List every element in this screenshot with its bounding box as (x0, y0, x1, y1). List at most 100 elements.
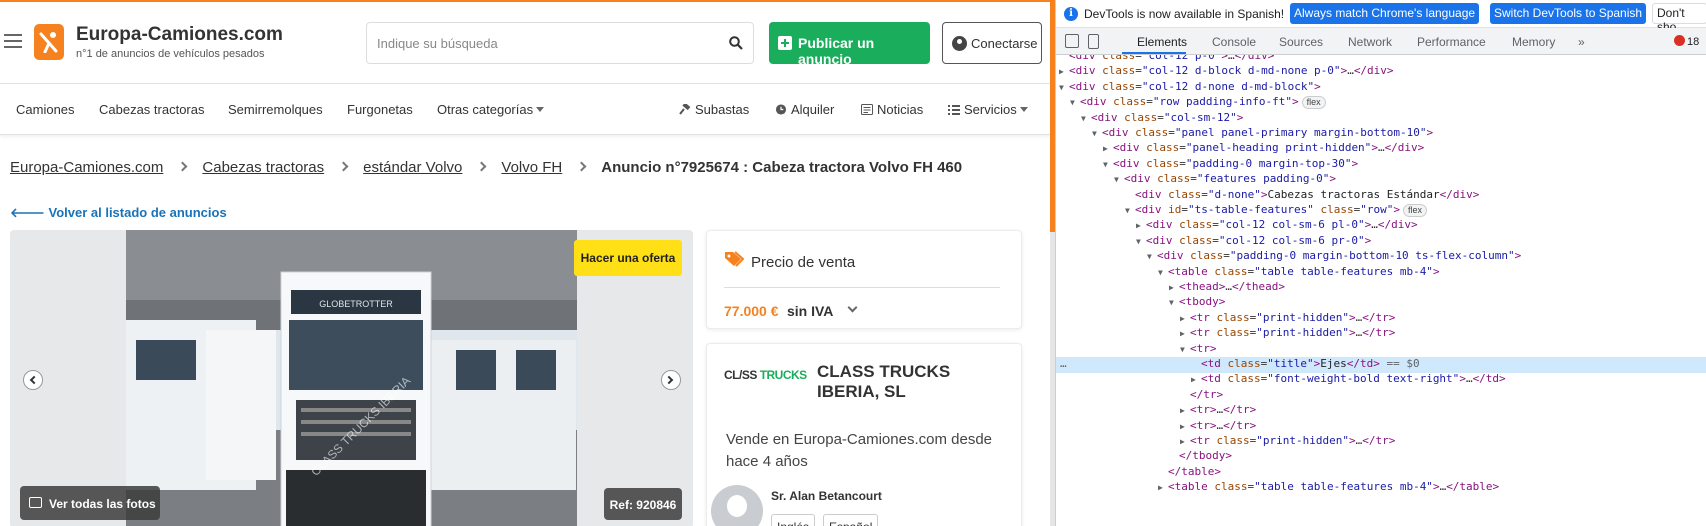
collapse-triangle-icon[interactable]: ▼ (1169, 298, 1179, 307)
dom-node-line[interactable]: ▶ <tr class="print-hidden">…</tr> (1056, 311, 1706, 327)
dom-node-line[interactable]: ▼ <div class="features padding-0"> (1056, 172, 1706, 188)
back-to-listing-link[interactable]: 🡐 Volver al listado de anuncios (10, 205, 227, 221)
dom-node-line[interactable]: <div class="d-none">Cabezas tractoras Es… (1056, 188, 1706, 204)
collapse-triangle-icon[interactable]: ▼ (1059, 83, 1069, 92)
search-input[interactable]: Indique su búsqueda (366, 22, 754, 64)
expand-triangle-icon[interactable]: ▶ (1180, 329, 1190, 338)
nav-item-otras-categorias[interactable]: Otras categorías (437, 102, 545, 117)
nav-item-alquiler[interactable]: Alquiler (775, 102, 834, 117)
dom-node-line[interactable]: ▼ <div class="panel panel-primary margin-… (1056, 126, 1706, 142)
nav-item-subastas[interactable]: Subastas (679, 102, 749, 117)
truck-photo[interactable]: GLOBETROTTER CLASS TRUCKS IBERIA (126, 230, 577, 526)
nav-item-furgonetas[interactable]: Furgonetas (347, 102, 413, 117)
expand-triangle-icon[interactable]: ▶ (1191, 375, 1201, 384)
dom-node-line[interactable]: ▶ <div class="col-12 col-sm-6 pl-0">…</di… (1056, 218, 1706, 234)
expand-triangle-icon[interactable]: ▶ (1180, 314, 1190, 323)
dom-node-markup: <tr>…</tr> (1190, 403, 1257, 417)
nav-item-cabezas-tractoras[interactable]: Cabezas tractoras (99, 102, 205, 117)
view-all-photos-label: Ver todas las fotos (49, 497, 156, 511)
collapse-triangle-icon[interactable]: ▼ (1125, 206, 1135, 215)
dom-node-markup: <div class="row padding-info-ft"> flex (1080, 95, 1326, 110)
dom-node-line[interactable]: ▼ <div class="padding-0 margin-bottom-10 … (1056, 249, 1706, 265)
dom-node-line[interactable]: ▼ <div class="padding-0 margin-top-30"> (1056, 157, 1706, 173)
expand-triangle-icon[interactable]: ▶ (1180, 437, 1190, 446)
inspect-element-icon[interactable] (1065, 34, 1079, 48)
error-counter[interactable]: 18 (1674, 35, 1699, 48)
dom-node-line[interactable]: ▶ <td class="font-weight-bold text-right"… (1056, 372, 1706, 388)
expand-triangle-icon[interactable]: ▶ (1103, 144, 1113, 153)
dom-node-line[interactable]: </tbody> (1056, 449, 1706, 465)
dom-node-line[interactable]: ▶ <tr>…</tr> (1056, 403, 1706, 419)
collapse-triangle-icon[interactable]: ▼ (1103, 160, 1113, 169)
expand-triangle-icon[interactable]: ▶ (1059, 67, 1069, 76)
breadcrumb-link-home[interactable]: Europa-Camiones.com (10, 159, 163, 176)
login-button[interactable]: Conectarse (942, 22, 1042, 64)
tab-console[interactable]: Console (1212, 35, 1256, 49)
expand-triangle-icon[interactable]: ▶ (1180, 406, 1190, 415)
dom-node-line[interactable]: ▼ <table class="table table-features mb-4… (1056, 265, 1706, 281)
dom-node-line[interactable]: ▼ <tbody> (1056, 295, 1706, 311)
breadcrumb-link-estandar-volvo[interactable]: estándar Volvo (363, 159, 462, 176)
dom-node-line[interactable]: ▶ <table class="table table-features mb-4… (1056, 480, 1706, 496)
collapse-triangle-icon[interactable]: ▼ (1158, 268, 1168, 277)
gallery-next-button[interactable] (661, 370, 681, 390)
dom-node-line[interactable]: ▼ <div class="col-12 col-sm-6 pr-0"> (1056, 234, 1706, 250)
dom-node-line[interactable]: ▶ <tr>…</tr> (1056, 419, 1706, 435)
dom-node-line[interactable]: </tr> (1056, 388, 1706, 404)
more-tabs-icon[interactable]: » (1578, 35, 1585, 49)
expand-triangle-icon[interactable]: ▶ (1136, 221, 1146, 230)
switch-spanish-button[interactable]: Switch DevTools to Spanish (1490, 3, 1647, 24)
collapse-triangle-icon[interactable]: ▼ (1136, 237, 1146, 246)
gallery-prev-button[interactable] (23, 370, 43, 390)
dom-node-line[interactable]: </table> (1056, 465, 1706, 481)
expand-triangle-icon[interactable]: ▶ (1169, 283, 1179, 292)
view-all-photos-button[interactable]: Ver todas las fotos (20, 486, 160, 520)
breadcrumb-link-volvo-fh[interactable]: Volvo FH (501, 159, 562, 176)
hamburger-menu-icon[interactable] (4, 34, 22, 48)
search-icon[interactable] (729, 36, 743, 50)
collapse-triangle-icon[interactable]: ▼ (1114, 175, 1124, 184)
seller-name[interactable]: CLASS TRUCKS IBERIA, SL (817, 362, 1007, 402)
dom-node-line[interactable]: ▶ <tr class="print-hidden">…</tr> (1056, 434, 1706, 450)
collapse-triangle-icon[interactable]: ▼ (1092, 129, 1102, 138)
collapse-triangle-icon[interactable]: ▼ (1180, 345, 1190, 354)
expand-triangle-icon[interactable]: ▶ (1158, 483, 1168, 492)
nav-item-semirremolques[interactable]: Semirremolques (228, 102, 323, 117)
site-logo-icon[interactable] (34, 24, 64, 60)
tab-performance[interactable]: Performance (1417, 35, 1486, 49)
dom-node-line[interactable]: ▼ <div class="row padding-info-ft"> flex (1056, 95, 1706, 111)
dom-tree[interactable]: <div class="col-12 p-0">…</div> ▶ <div cla… (1056, 55, 1706, 526)
make-offer-button[interactable]: Hacer una oferta (574, 240, 682, 276)
nav-item-camiones[interactable]: Camiones (16, 102, 75, 117)
node-actions-icon[interactable]: … (1060, 357, 1067, 370)
collapse-triangle-icon[interactable]: ▼ (1081, 114, 1091, 123)
breadcrumb-link-cabezas-tractoras[interactable]: Cabezas tractoras (202, 159, 324, 176)
dom-node-line[interactable]: ▶ <thead>…</thead> (1056, 280, 1706, 296)
tab-sources[interactable]: Sources (1279, 35, 1323, 49)
dom-node-line[interactable]: <td class="title">Ejes</td> == $0… (1056, 357, 1706, 373)
dom-node-line[interactable]: ▼ <tr> (1056, 342, 1706, 358)
site-brand[interactable]: Europa-Camiones.com (76, 24, 283, 46)
dom-node-markup: <div class="col-12 p-0">…</div> (1069, 55, 1275, 62)
match-language-button[interactable]: Always match Chrome's language (1290, 3, 1480, 24)
nav-item-servicios[interactable]: Servicios (948, 102, 1028, 117)
dom-node-line[interactable]: ▼ <div id="ts-table-features" class="row"… (1056, 203, 1706, 219)
publish-ad-button[interactable]: Publicar un anuncio (769, 22, 930, 67)
agent-name: Sr. Alan Betancourt (771, 489, 882, 503)
dom-node-line[interactable]: ▶ <div class="col-12 d-block d-md-none p-… (1056, 64, 1706, 80)
dom-node-line[interactable]: ▶ <tr class="print-hidden">…</tr> (1056, 326, 1706, 342)
dont-show-button[interactable]: Don't sho (1652, 3, 1706, 34)
dom-node-line[interactable]: ▼ <div class="col-12 d-none d-md-block"> (1056, 80, 1706, 96)
collapse-triangle-icon[interactable]: ▼ (1147, 252, 1157, 261)
expand-triangle-icon[interactable]: ▶ (1180, 422, 1190, 431)
tab-elements[interactable]: Elements (1137, 35, 1187, 49)
tab-network[interactable]: Network (1348, 35, 1392, 49)
nav-item-noticias[interactable]: Noticias (861, 102, 923, 117)
device-toolbar-icon[interactable] (1088, 34, 1099, 49)
chevron-down-icon[interactable] (847, 302, 858, 313)
tab-memory[interactable]: Memory (1512, 35, 1555, 49)
dom-node-line[interactable]: ▼ <div class="col-sm-12"> (1056, 111, 1706, 127)
seller-logo[interactable]: CL/SS TRUCKS (724, 368, 807, 382)
dom-node-line[interactable]: ▶ <div class="panel-heading print-hidden"… (1056, 141, 1706, 157)
collapse-triangle-icon[interactable]: ▼ (1070, 98, 1080, 107)
